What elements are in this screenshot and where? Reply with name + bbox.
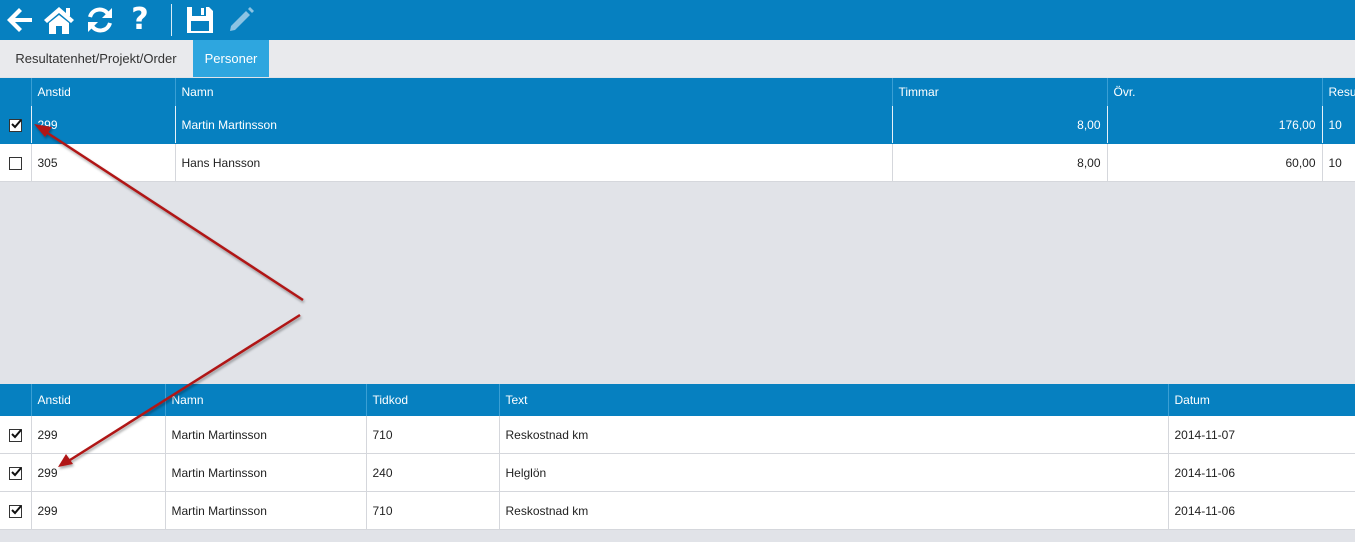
row-checkbox[interactable] xyxy=(8,504,22,518)
toolbar-separator xyxy=(171,4,172,36)
checkmark-icon xyxy=(11,505,22,515)
cell-anstid: 299 xyxy=(30,453,165,492)
tab-personer[interactable]: Personer xyxy=(193,40,269,77)
cell-namn: Martin Martinsson xyxy=(164,453,366,492)
save-icon xyxy=(187,7,213,33)
cell-tidkod: 710 xyxy=(365,491,499,530)
cell-timmar: 8,00 xyxy=(891,143,1107,182)
cell-namn: Martin Martinsson xyxy=(164,416,366,454)
table-header: Anstid Namn Tidkod Text Datum xyxy=(0,384,1355,416)
table-row[interactable]: 299 Martin Martinsson 710 Reskostnad km … xyxy=(0,491,1355,530)
select-column-header xyxy=(0,384,31,416)
column-header-namn[interactable]: Namn xyxy=(174,78,892,106)
cell-ovr: 176,00 xyxy=(1106,106,1322,144)
table-row[interactable]: 299 Martin Martinsson 8,00 176,00 10 xyxy=(0,106,1355,144)
row-checkbox[interactable] xyxy=(8,118,22,132)
table-row[interactable]: 305 Hans Hansson 8,00 60,00 10 xyxy=(0,143,1355,182)
home-button[interactable] xyxy=(43,4,75,36)
cell-tidkod: 710 xyxy=(365,416,499,454)
column-header-tidkod[interactable]: Tidkod xyxy=(365,384,499,416)
table-row[interactable]: 299 Martin Martinsson 240 Helglön 2014-1… xyxy=(0,453,1355,492)
refresh-button[interactable] xyxy=(84,4,116,36)
cell-datum: 2014-11-06 xyxy=(1167,453,1355,492)
edit-button[interactable] xyxy=(225,4,257,36)
cell-namn: Martin Martinsson xyxy=(174,106,892,144)
select-column-header xyxy=(0,78,31,106)
column-header-timmar[interactable]: Timmar xyxy=(891,78,1107,106)
column-header-ovr[interactable]: Övr. xyxy=(1106,78,1322,106)
column-header-resul[interactable]: Resul xyxy=(1321,78,1355,106)
cell-datum: 2014-11-07 xyxy=(1167,416,1355,454)
column-header-text[interactable]: Text xyxy=(498,384,1168,416)
table-header: Anstid Namn Timmar Övr. Resul xyxy=(0,78,1355,106)
row-checkbox[interactable] xyxy=(8,156,22,170)
tab-resultatenhet[interactable]: Resultatenhet/Projekt/Order xyxy=(0,40,192,77)
column-header-datum[interactable]: Datum xyxy=(1167,384,1355,416)
cell-namn: Hans Hansson xyxy=(174,143,892,182)
save-button[interactable] xyxy=(184,4,216,36)
row-checkbox[interactable] xyxy=(8,428,22,442)
time-entries-table: Anstid Namn Tidkod Text Datum 299 Martin… xyxy=(0,384,1355,530)
toolbar: ? xyxy=(0,0,1355,40)
table-row[interactable]: 299 Martin Martinsson 710 Reskostnad km … xyxy=(0,416,1355,454)
column-header-anstid[interactable]: Anstid xyxy=(30,78,175,106)
pencil-icon xyxy=(230,7,254,31)
cell-text: Reskostnad km xyxy=(498,491,1168,530)
cell-anstid: 299 xyxy=(30,106,175,144)
cell-ovr: 60,00 xyxy=(1106,143,1322,182)
cell-resul: 10 xyxy=(1321,106,1355,144)
cell-timmar: 8,00 xyxy=(891,106,1107,144)
refresh-icon xyxy=(88,7,112,33)
checkmark-icon xyxy=(11,429,22,439)
help-button[interactable]: ? xyxy=(124,4,156,36)
cell-datum: 2014-11-06 xyxy=(1167,491,1355,530)
column-header-namn[interactable]: Namn xyxy=(164,384,366,416)
cell-tidkod: 240 xyxy=(365,453,499,492)
help-icon: ? xyxy=(131,2,149,37)
home-icon xyxy=(44,7,74,34)
tab-bar: Resultatenhet/Projekt/Order Personer xyxy=(0,40,1355,77)
cell-resul: 10 xyxy=(1321,143,1355,182)
cell-anstid: 299 xyxy=(30,416,165,454)
row-checkbox[interactable] xyxy=(8,466,22,480)
checkmark-icon xyxy=(11,467,22,477)
cell-namn: Martin Martinsson xyxy=(164,491,366,530)
persons-table: Anstid Namn Timmar Övr. Resul 299 Martin… xyxy=(0,78,1355,182)
cell-text: Reskostnad km xyxy=(498,416,1168,454)
column-header-anstid[interactable]: Anstid xyxy=(30,384,165,416)
cell-text: Helglön xyxy=(498,453,1168,492)
back-button[interactable] xyxy=(4,4,36,36)
cell-anstid: 305 xyxy=(30,143,175,182)
cell-anstid: 299 xyxy=(30,491,165,530)
arrow-left-icon xyxy=(7,8,32,32)
checkmark-icon xyxy=(11,119,22,129)
